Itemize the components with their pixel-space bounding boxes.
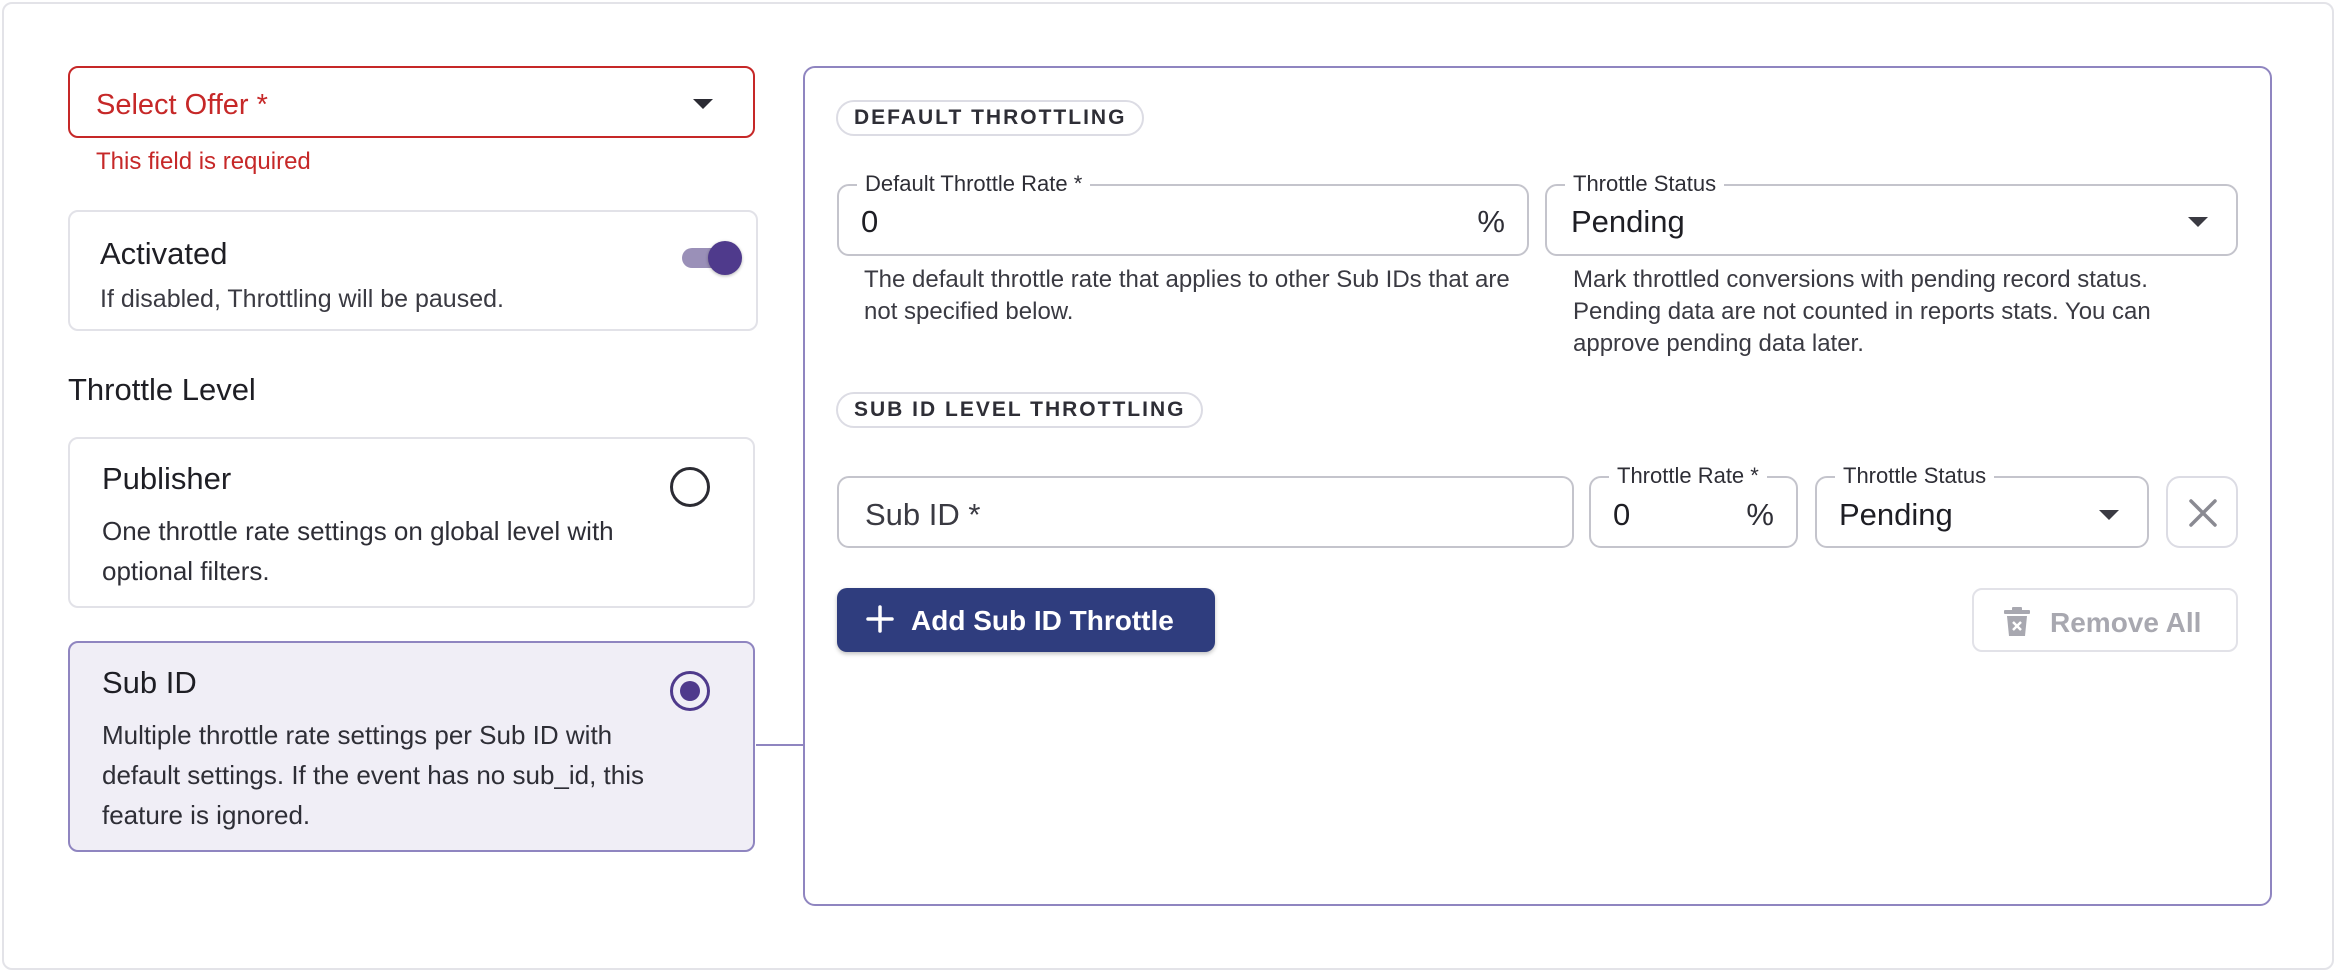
remove-all-label: Remove All — [2050, 607, 2202, 638]
option-description: One throttle rate settings on global lev… — [102, 516, 614, 586]
connector-line — [756, 744, 804, 746]
offer-error-text: This field is required — [96, 148, 311, 175]
percent-adornment: % — [1746, 497, 1774, 532]
radio-dot — [680, 681, 700, 701]
add-sub-id-throttle-label: Add Sub ID Throttle — [911, 605, 1174, 636]
default-throttle-rate-input[interactable]: Default Throttle Rate * 0 % — [837, 171, 1529, 256]
throttle-rate-label: Throttle Rate * — [1609, 463, 1767, 489]
toggle-thumb — [708, 241, 742, 275]
chevron-down-icon — [2188, 217, 2208, 227]
sub-id-throttling-chip: SUB ID LEVEL THROTTLING — [836, 392, 1204, 428]
sub-id-input[interactable]: Sub ID * — [837, 476, 1574, 548]
throttle-level-heading: Throttle Level — [68, 372, 256, 407]
select-offer-dropdown[interactable]: Select Offer * — [68, 66, 755, 138]
chevron-down-icon — [2099, 510, 2119, 520]
throttle-option-sub-id[interactable]: Sub ID Multiple throttle rate settings p… — [68, 641, 755, 852]
percent-adornment: % — [1477, 204, 1505, 239]
option-description: Multiple throttle rate settings per Sub … — [102, 720, 645, 830]
option-title: Publisher — [102, 461, 232, 496]
throttle-status-label: Throttle Status — [1835, 463, 1995, 489]
default-status-helper: Mark throttled conversions with pending … — [1573, 266, 2151, 357]
default-throttle-rate-value: 0 — [861, 204, 879, 239]
plus-icon — [866, 605, 894, 633]
throttle-option-publisher[interactable]: Publisher One throttle rate settings on … — [68, 437, 755, 608]
chevron-down-icon — [693, 99, 713, 109]
remove-row-button[interactable] — [2166, 476, 2238, 548]
throttle-status-select[interactable]: Throttle Status Pending — [1815, 463, 2149, 548]
activated-description: If disabled, Throttling will be paused. — [100, 285, 504, 313]
radio-publisher[interactable] — [670, 467, 710, 507]
activated-title: Activated — [100, 236, 228, 271]
close-icon — [2189, 499, 2217, 527]
remove-all-button[interactable]: Remove All — [1972, 588, 2238, 652]
throttle-status-value: Pending — [1839, 497, 1953, 532]
default-rate-helper: The default throttle rate that applies t… — [864, 266, 1510, 325]
default-throttling-chip: DEFAULT THROTTLING — [836, 100, 1145, 136]
default-throttle-status-label: Throttle Status — [1565, 171, 1725, 197]
throttle-rate-input[interactable]: Throttle Rate * 0 % — [1589, 463, 1798, 548]
activated-card: Activated If disabled, Throttling will b… — [68, 210, 758, 331]
radio-sub-id[interactable] — [670, 671, 710, 711]
activated-toggle[interactable] — [676, 238, 742, 278]
trash-icon — [2004, 607, 2030, 636]
option-title: Sub ID — [102, 665, 197, 700]
default-throttle-rate-label: Default Throttle Rate * — [857, 171, 1091, 197]
sub-id-placeholder: Sub ID * — [865, 497, 981, 532]
select-offer-label: Select Offer * — [96, 89, 268, 121]
add-sub-id-throttle-button[interactable]: Add Sub ID Throttle — [837, 588, 1215, 652]
default-throttle-status-value: Pending — [1571, 204, 1685, 239]
throttle-rate-value: 0 — [1613, 497, 1631, 532]
default-throttle-status-select[interactable]: Throttle Status Pending — [1545, 171, 2238, 256]
